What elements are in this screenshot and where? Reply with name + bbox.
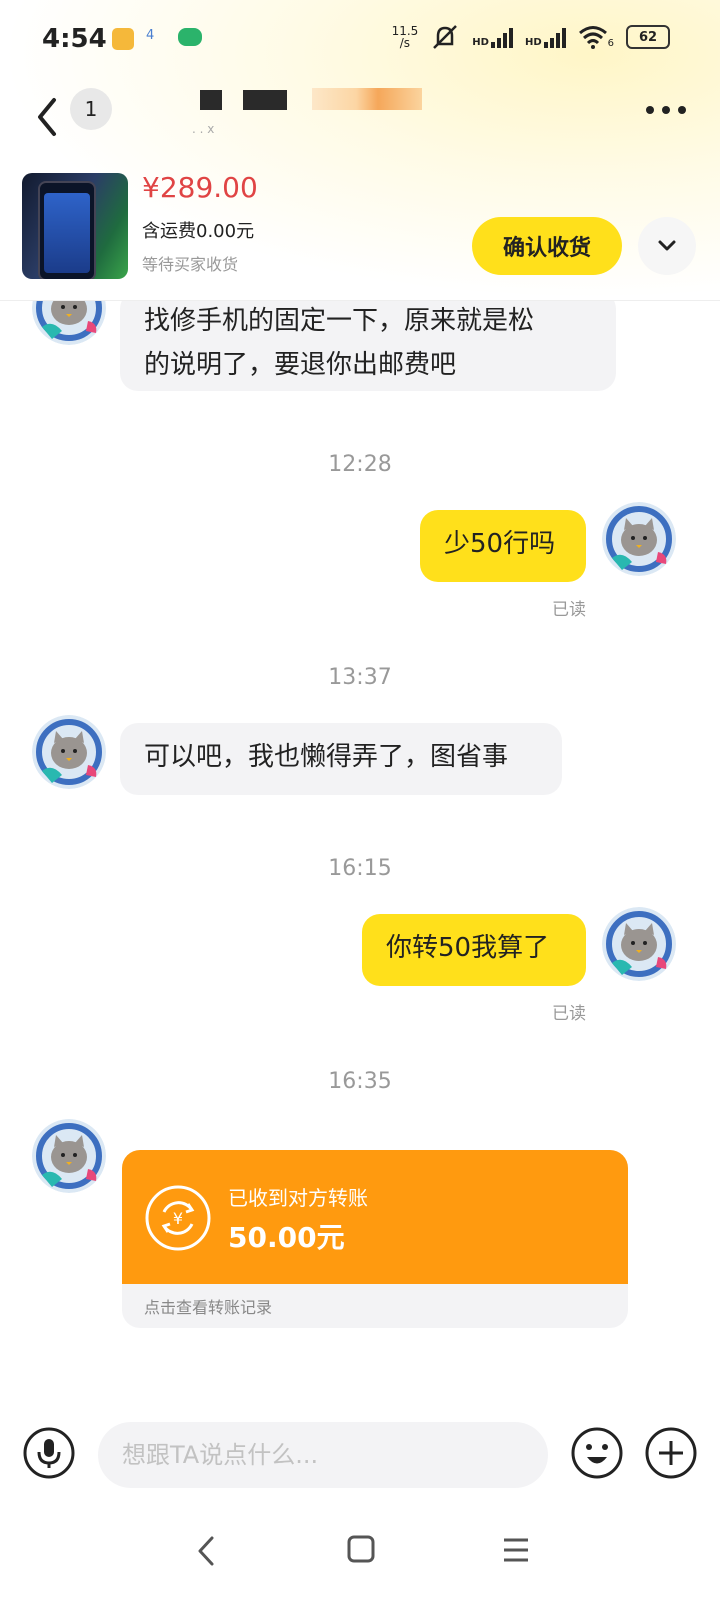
redacted-name (243, 90, 287, 110)
more-actions-button[interactable] (644, 1426, 698, 1480)
order-status: 等待买家收货 (142, 255, 239, 274)
notes-app-icon (112, 28, 134, 50)
nav-menu-button[interactable] (502, 1536, 530, 1564)
my-avatar[interactable] (602, 907, 676, 981)
more-dots-icon (646, 106, 654, 114)
voice-button[interactable] (22, 1426, 76, 1480)
message-bubble-received[interactable]: 可以吧，我也懒得弄了，图省事 (120, 723, 562, 795)
mute-icon (433, 25, 458, 49)
transfer-card-header: ¥ 已收到对方转账 50.00元 (122, 1150, 628, 1284)
message-timestamp: 16:15 (328, 856, 392, 881)
seller-avatar[interactable] (32, 301, 106, 345)
message-input[interactable]: 想跟TA说点什么... (98, 1422, 548, 1488)
product-price: ¥289.00 (142, 171, 258, 204)
seller-avatar[interactable] (32, 1119, 106, 1193)
message-timestamp: 16:35 (328, 1069, 392, 1094)
nav-home-icon (347, 1535, 375, 1563)
cat-astronaut-avatar-icon (32, 715, 106, 789)
wifi: 6 (578, 25, 614, 49)
system-nav-bar (0, 1500, 720, 1600)
plus-icon (645, 1427, 697, 1479)
nav-back-button[interactable] (192, 1534, 220, 1568)
redacted-name (312, 88, 422, 110)
wifi-icon (578, 26, 607, 49)
phone-image (38, 181, 96, 279)
transfer-amount: 50.00元 (228, 1221, 345, 1254)
my-avatar[interactable] (602, 502, 676, 576)
read-receipt: 已读 (552, 1004, 586, 1024)
emoji-icon (571, 1427, 623, 1479)
status-indicators: 11.5 /s HD HD 6 62 (392, 24, 670, 50)
back-button[interactable] (30, 90, 66, 140)
chevron-down-icon (658, 240, 676, 251)
message-bubble-received[interactable]: 找修手机的固定一下，原来就是松 的说明了，要退你出邮费吧 (120, 301, 616, 391)
expand-button[interactable] (638, 217, 696, 275)
signal-2: HD (525, 26, 566, 48)
more-options-button[interactable] (646, 98, 690, 122)
transfer-title: 已收到对方转账 (228, 1186, 368, 1210)
wechat-icon (178, 28, 202, 46)
product-thumbnail[interactable] (22, 173, 128, 279)
transfer-record-link[interactable]: 点击查看转账记录 (144, 1294, 272, 1318)
battery-indicator: 62 (626, 25, 670, 49)
cat-astronaut-avatar-icon (32, 301, 106, 345)
read-receipt: 已读 (552, 600, 586, 620)
net-speed: 11.5 /s (391, 24, 419, 50)
nav-home-button[interactable] (346, 1534, 376, 1564)
contact-avatar[interactable]: 1 (70, 88, 112, 130)
cat-astronaut-avatar-icon (602, 502, 676, 576)
shipping-fee: 含运费0.00元 (142, 221, 255, 242)
notification-badge: 4 (146, 28, 155, 43)
signal-1: HD (472, 26, 513, 48)
mic-icon (23, 1427, 75, 1479)
message-timestamp: 12:28 (328, 452, 392, 477)
input-bar: 想跟TA说点什么... (0, 1400, 720, 1500)
back-arrow-icon (38, 98, 56, 136)
nav-menu-icon (504, 1538, 528, 1562)
redacted-name (200, 90, 222, 110)
confirm-receipt-button[interactable]: 确认收货 (472, 217, 622, 275)
product-card[interactable]: ¥289.00 含运费0.00元 等待买家收货 确认收货 (0, 165, 720, 301)
message-bubble-sent[interactable]: 你转50我算了 (362, 914, 586, 986)
yuan-transfer-icon: ¥ (145, 1185, 211, 1251)
chat-header: 1 . . x (0, 80, 720, 160)
svg-text:¥: ¥ (173, 1209, 183, 1228)
message-bubble-sent[interactable]: 少50行吗 (420, 510, 586, 582)
seller-avatar[interactable] (32, 715, 106, 789)
header-subtitle: . . x (192, 122, 215, 136)
cat-astronaut-avatar-icon (32, 1119, 106, 1193)
nav-back-icon (198, 1536, 214, 1566)
signal-bars-icon (543, 26, 566, 48)
transfer-card[interactable]: ¥ 已收到对方转账 50.00元 点击查看转账记录 (122, 1150, 628, 1328)
status-time: 4:54 (42, 24, 107, 54)
message-timestamp: 13:37 (328, 665, 392, 690)
chat-messages[interactable]: 找修手机的固定一下，原来就是松 的说明了，要退你出邮费吧 12:28 少50行吗… (0, 301, 720, 1391)
signal-bars-icon (490, 26, 513, 48)
cat-astronaut-avatar-icon (602, 907, 676, 981)
status-bar: 4:54 4 11.5 /s HD HD 6 62 (0, 0, 720, 80)
emoji-button[interactable] (570, 1426, 624, 1480)
